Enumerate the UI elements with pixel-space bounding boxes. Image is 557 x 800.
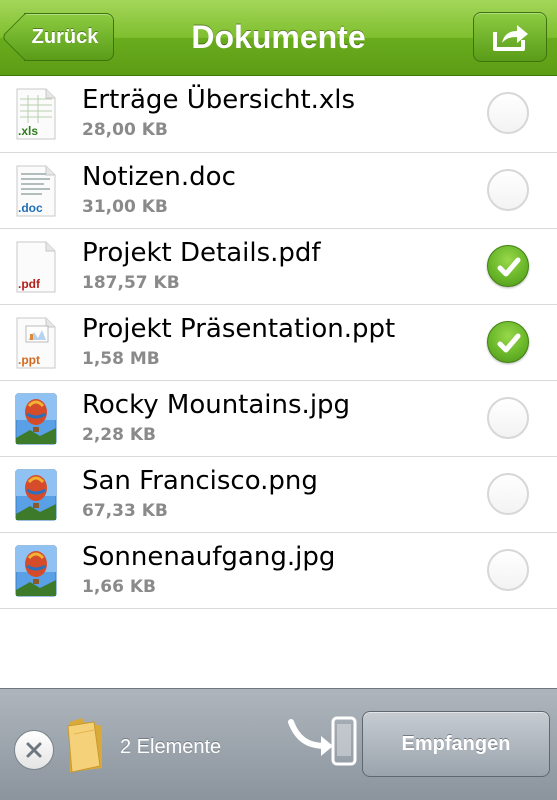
file-row[interactable]: Sonnenaufgang.jpg 1,66 KB <box>0 533 557 609</box>
checkmark-icon <box>497 333 521 353</box>
file-name: Notizen.doc <box>82 162 236 192</box>
pdf-file-icon: .pdf <box>14 240 58 294</box>
svg-text:.pdf: .pdf <box>18 277 41 291</box>
back-button-label: Zurück <box>31 26 99 48</box>
share-icon <box>493 25 528 51</box>
file-name: Projekt Präsentation.ppt <box>82 314 396 344</box>
file-size: 67,33 KB <box>82 501 168 521</box>
selection-circle[interactable] <box>487 473 529 515</box>
file-name: Erträge Übersicht.xls <box>82 85 356 115</box>
selection-circle[interactable] <box>487 92 529 134</box>
file-size: 31,00 KB <box>82 197 168 217</box>
file-size: 2,28 KB <box>82 425 156 445</box>
document-file-icon: .doc <box>14 164 58 218</box>
selection-circle[interactable] <box>487 549 529 591</box>
clear-selection-button[interactable] <box>14 730 54 770</box>
receive-button[interactable]: Empfangen <box>362 711 550 777</box>
image-file-icon <box>14 468 58 522</box>
svg-text:.ppt: .ppt <box>18 353 40 367</box>
selection-circle[interactable] <box>487 169 529 211</box>
svg-text:.xls: .xls <box>18 124 38 138</box>
file-list: .xls Erträge Übersicht.xls 28,00 KB .doc Not… <box>0 76 557 609</box>
file-name: Sonnenaufgang.jpg <box>82 542 336 572</box>
selected-count-label: 2 Elemente <box>120 736 222 758</box>
file-name: Projekt Details.pdf <box>82 238 321 268</box>
file-row[interactable]: Rocky Mountains.jpg 2,28 KB <box>0 381 557 457</box>
selection-circle[interactable] <box>487 397 529 439</box>
file-name: Rocky Mountains.jpg <box>82 390 351 420</box>
image-file-icon <box>14 392 58 446</box>
presentation-file-icon: .ppt <box>14 316 58 370</box>
checkmark-selected-icon[interactable] <box>487 245 529 287</box>
file-size: 1,58 MB <box>82 349 160 369</box>
spreadsheet-file-icon: .xls <box>14 87 58 141</box>
file-size: 28,00 KB <box>82 120 168 140</box>
svg-text:.doc: .doc <box>18 201 43 215</box>
file-row[interactable]: San Francisco.png 67,33 KB <box>0 457 557 533</box>
send-to-device-icon <box>288 716 357 766</box>
file-row[interactable]: .xls Erträge Übersicht.xls 28,00 KB <box>0 76 557 153</box>
bottom-toolbar: 2 Elemente Empfangen <box>0 688 557 800</box>
file-row[interactable]: .ppt Projekt Präsentation.ppt 1,58 MB <box>0 305 557 381</box>
checkmark-selected-icon[interactable] <box>487 321 529 363</box>
file-row[interactable]: .pdf Projekt Details.pdf 187,57 KB <box>0 229 557 305</box>
receive-button-label: Empfangen <box>401 733 511 755</box>
share-button[interactable] <box>473 12 547 62</box>
checkmark-icon <box>497 257 521 277</box>
file-size: 1,66 KB <box>82 577 156 597</box>
image-file-icon <box>14 544 58 598</box>
close-icon <box>26 742 42 758</box>
navigation-bar: Zurück Dokumente <box>0 0 557 76</box>
file-size: 187,57 KB <box>82 273 180 293</box>
folder-icon <box>67 718 102 773</box>
file-row[interactable]: .doc Notizen.doc 31,00 KB <box>0 153 557 229</box>
back-button[interactable]: Zurück <box>24 13 114 61</box>
file-name: San Francisco.png <box>82 466 318 496</box>
